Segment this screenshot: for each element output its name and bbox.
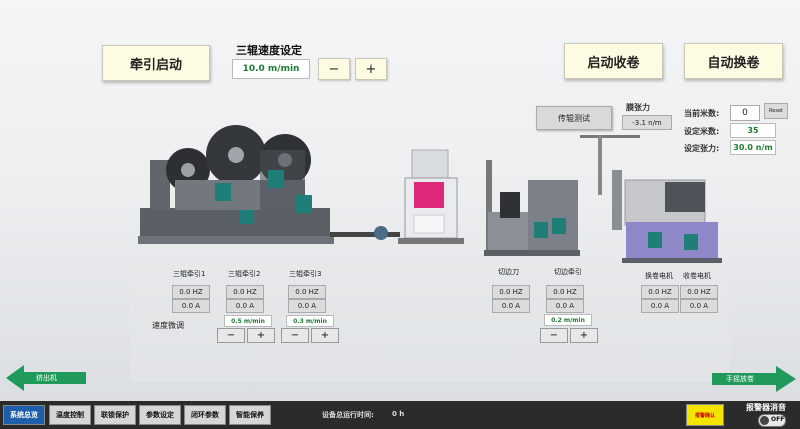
motor-label-change: 换卷电机: [645, 272, 673, 280]
speed-fine-tune-label: 速度微调: [152, 321, 184, 330]
nav-closed-loop-params[interactable]: 闭环参数: [184, 405, 226, 425]
hz-readout: 0.0 HZ: [226, 285, 264, 299]
nav-smart-maintenance[interactable]: 智能保养: [229, 405, 271, 425]
extruder-nav-arrow[interactable]: 挤出机: [6, 365, 86, 391]
amp-readout: 0.0 A: [546, 299, 584, 313]
trim-traction-speed-value[interactable]: 0.2 m/min: [544, 314, 592, 326]
production-line-illustration: [130, 125, 730, 382]
amp-readout: 0.0 A: [172, 299, 210, 313]
motor-label-roller2: 三辊牵引2: [228, 270, 261, 278]
extruder-nav-label: 挤出机: [36, 374, 57, 382]
roller2-speed-value[interactable]: 0.5 m/min: [224, 315, 272, 327]
alarm-mute-label: 报警器消音: [746, 403, 786, 412]
alarm-confirm-button[interactable]: 报警确认: [686, 404, 724, 426]
motor-label-roller3: 三辊牵引3: [289, 270, 322, 278]
amp-readout: 0.0 A: [680, 299, 718, 313]
toggle-knob-icon: [760, 416, 769, 425]
nav-system-overview[interactable]: 系统总览: [3, 405, 45, 425]
cutter-unit-icon: [414, 182, 444, 208]
motor-2-icon: [268, 170, 284, 188]
manual-unwind-nav-label: 手摇放卷: [726, 375, 754, 383]
hz-readout: 0.0 HZ: [172, 285, 210, 299]
roller3-speed-value[interactable]: 0.3 m/min: [286, 315, 334, 327]
trim-traction-plus-button[interactable]: +: [570, 328, 598, 343]
toggle-state-label: OFF: [771, 416, 785, 423]
nav-temperature-control[interactable]: 温度控制: [49, 405, 91, 425]
trim-motor-icon: [534, 222, 548, 238]
motor-label-cutter: 切边刀: [498, 268, 519, 276]
hz-readout: 0.0 HZ: [680, 285, 718, 299]
amp-readout: 0.0 A: [492, 299, 530, 313]
manual-unwind-nav-arrow[interactable]: 手摇放卷: [712, 366, 796, 392]
motor-label-winding: 收卷电机: [683, 272, 711, 280]
hz-readout: 0.0 HZ: [641, 285, 679, 299]
motor-1-icon: [215, 183, 231, 201]
roller3-plus-button[interactable]: +: [311, 328, 339, 343]
motor-3-icon: [296, 195, 312, 213]
motor-label-trim-traction: 切边牵引: [554, 268, 582, 276]
winder-motor-icon: [648, 232, 662, 248]
roller2-plus-button[interactable]: +: [247, 328, 275, 343]
runtime-label: 设备总运行时间:: [322, 411, 374, 419]
hz-readout: 0.0 HZ: [546, 285, 584, 299]
arrow-right-icon: [712, 366, 796, 392]
amp-readout: 0.0 A: [226, 299, 264, 313]
hz-readout: 0.0 HZ: [492, 285, 530, 299]
nav-interlock-protection[interactable]: 联锁保护: [94, 405, 136, 425]
nav-parameter-settings[interactable]: 参数设定: [139, 405, 181, 425]
motor-label-roller1: 三辊牵引1: [173, 270, 206, 278]
hz-readout: 0.0 HZ: [288, 285, 326, 299]
amp-readout: 0.0 A: [288, 299, 326, 313]
trim-traction-minus-button[interactable]: −: [540, 328, 568, 343]
alarm-mute-toggle[interactable]: OFF: [758, 414, 786, 427]
runtime-value: 0 h: [392, 410, 405, 418]
amp-readout: 0.0 A: [641, 299, 679, 313]
roller3-minus-button[interactable]: −: [281, 328, 309, 343]
roller2-minus-button[interactable]: −: [217, 328, 245, 343]
